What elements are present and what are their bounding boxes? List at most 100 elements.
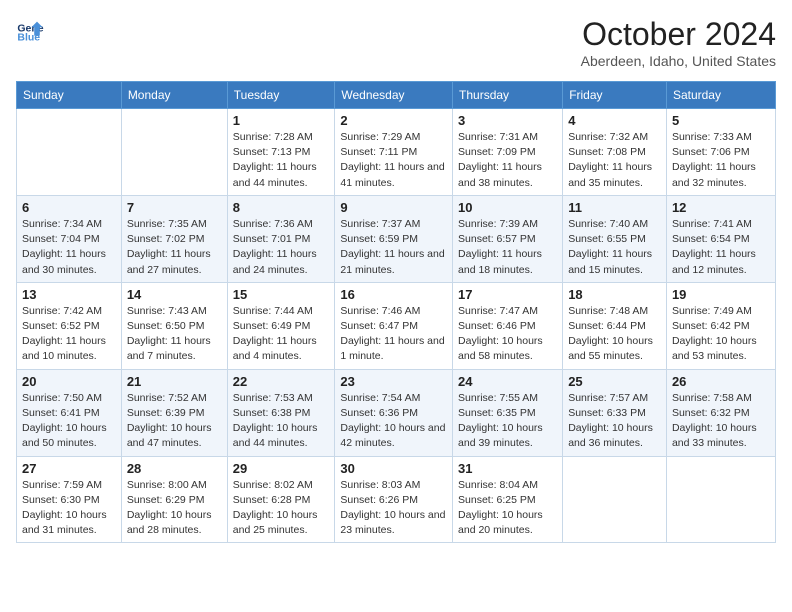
day-info: Sunrise: 7:49 AMSunset: 6:42 PMDaylight:… bbox=[672, 304, 770, 365]
calendar-cell: 31 Sunrise: 8:04 AMSunset: 6:25 PMDayligh… bbox=[453, 456, 563, 543]
calendar-cell: 10 Sunrise: 7:39 AMSunset: 6:57 PMDayligh… bbox=[453, 195, 563, 282]
day-info: Sunrise: 7:36 AMSunset: 7:01 PMDaylight:… bbox=[233, 217, 330, 278]
page-header: General Blue October 2024 Aberdeen, Idah… bbox=[16, 16, 776, 69]
calendar-cell: 16Sunrise: 7:46 AMSunset: 6:47 PMDayligh… bbox=[335, 282, 453, 369]
day-number: 31 bbox=[458, 461, 557, 476]
logo: General Blue bbox=[16, 16, 44, 44]
day-info: Sunrise: 7:50 AMSunset: 6:41 PMDaylight:… bbox=[22, 391, 116, 452]
day-number: 17 bbox=[458, 287, 557, 302]
day-info: Sunrise: 7:55 AMSunset: 6:35 PMDaylight:… bbox=[458, 391, 557, 452]
day-info: Sunrise: 7:33 AMSunset: 7:06 PMDaylight:… bbox=[672, 130, 770, 191]
calendar-cell: 19 Sunrise: 7:49 AMSunset: 6:42 PMDayligh… bbox=[666, 282, 775, 369]
calendar-cell: 3Sunrise: 7:31 AMSunset: 7:09 PMDaylight… bbox=[453, 109, 563, 196]
week-row-4: 20Sunrise: 7:50 AMSunset: 6:41 PMDayligh… bbox=[17, 369, 776, 456]
week-row-2: 6 Sunrise: 7:34 AMSunset: 7:04 PMDaylight… bbox=[17, 195, 776, 282]
calendar-cell: 27 Sunrise: 7:59 AMSunset: 6:30 PMDayligh… bbox=[17, 456, 122, 543]
calendar-cell: 23 Sunrise: 7:54 AMSunset: 6:36 PMDayligh… bbox=[335, 369, 453, 456]
day-info: Sunrise: 7:37 AMSunset: 6:59 PMDaylight:… bbox=[340, 217, 447, 278]
day-info: Sunrise: 7:31 AMSunset: 7:09 PMDaylight:… bbox=[458, 130, 557, 191]
calendar-cell: 28Sunrise: 8:00 AMSunset: 6:29 PMDayligh… bbox=[121, 456, 227, 543]
calendar-cell bbox=[666, 456, 775, 543]
calendar-cell: 1 Sunrise: 7:28 AMSunset: 7:13 PMDaylight… bbox=[227, 109, 335, 196]
column-header-saturday: Saturday bbox=[666, 82, 775, 109]
header-row: SundayMondayTuesdayWednesdayThursdayFrid… bbox=[17, 82, 776, 109]
day-number: 15 bbox=[233, 287, 330, 302]
calendar-cell: 4 Sunrise: 7:32 AMSunset: 7:08 PMDaylight… bbox=[563, 109, 667, 196]
day-number: 25 bbox=[568, 374, 661, 389]
day-info: Sunrise: 7:41 AMSunset: 6:54 PMDaylight:… bbox=[672, 217, 770, 278]
day-number: 11 bbox=[568, 200, 661, 215]
calendar-cell: 2 Sunrise: 7:29 AMSunset: 7:11 PMDaylight… bbox=[335, 109, 453, 196]
day-info: Sunrise: 7:39 AMSunset: 6:57 PMDaylight:… bbox=[458, 217, 557, 278]
calendar-cell: 18Sunrise: 7:48 AMSunset: 6:44 PMDayligh… bbox=[563, 282, 667, 369]
calendar-cell: 13Sunrise: 7:42 AMSunset: 6:52 PMDayligh… bbox=[17, 282, 122, 369]
day-info: Sunrise: 7:44 AMSunset: 6:49 PMDaylight:… bbox=[233, 304, 330, 365]
calendar-cell: 7 Sunrise: 7:35 AMSunset: 7:02 PMDaylight… bbox=[121, 195, 227, 282]
day-info: Sunrise: 7:58 AMSunset: 6:32 PMDaylight:… bbox=[672, 391, 770, 452]
column-header-monday: Monday bbox=[121, 82, 227, 109]
calendar-cell: 5 Sunrise: 7:33 AMSunset: 7:06 PMDaylight… bbox=[666, 109, 775, 196]
day-number: 28 bbox=[127, 461, 222, 476]
day-number: 19 bbox=[672, 287, 770, 302]
day-number: 1 bbox=[233, 113, 330, 128]
day-number: 23 bbox=[340, 374, 447, 389]
calendar-cell: 26 Sunrise: 7:58 AMSunset: 6:32 PMDayligh… bbox=[666, 369, 775, 456]
day-number: 10 bbox=[458, 200, 557, 215]
day-number: 14 bbox=[127, 287, 222, 302]
day-number: 5 bbox=[672, 113, 770, 128]
day-number: 26 bbox=[672, 374, 770, 389]
column-header-thursday: Thursday bbox=[453, 82, 563, 109]
day-number: 22 bbox=[233, 374, 330, 389]
day-number: 7 bbox=[127, 200, 222, 215]
day-number: 24 bbox=[458, 374, 557, 389]
column-header-wednesday: Wednesday bbox=[335, 82, 453, 109]
day-info: Sunrise: 7:47 AMSunset: 6:46 PMDaylight:… bbox=[458, 304, 557, 365]
day-info: Sunrise: 7:35 AMSunset: 7:02 PMDaylight:… bbox=[127, 217, 222, 278]
day-info: Sunrise: 7:34 AMSunset: 7:04 PMDaylight:… bbox=[22, 217, 116, 278]
day-info: Sunrise: 7:59 AMSunset: 6:30 PMDaylight:… bbox=[22, 478, 116, 539]
day-number: 27 bbox=[22, 461, 116, 476]
day-info: Sunrise: 7:29 AMSunset: 7:11 PMDaylight:… bbox=[340, 130, 447, 191]
calendar-cell: 30 Sunrise: 8:03 AMSunset: 6:26 PMDayligh… bbox=[335, 456, 453, 543]
calendar-table: SundayMondayTuesdayWednesdayThursdayFrid… bbox=[16, 81, 776, 543]
day-info: Sunrise: 7:54 AMSunset: 6:36 PMDaylight:… bbox=[340, 391, 447, 452]
calendar-cell: 24 Sunrise: 7:55 AMSunset: 6:35 PMDayligh… bbox=[453, 369, 563, 456]
day-number: 29 bbox=[233, 461, 330, 476]
week-row-3: 13Sunrise: 7:42 AMSunset: 6:52 PMDayligh… bbox=[17, 282, 776, 369]
day-info: Sunrise: 7:48 AMSunset: 6:44 PMDaylight:… bbox=[568, 304, 661, 365]
day-number: 2 bbox=[340, 113, 447, 128]
day-info: Sunrise: 7:57 AMSunset: 6:33 PMDaylight:… bbox=[568, 391, 661, 452]
day-number: 16 bbox=[340, 287, 447, 302]
day-number: 12 bbox=[672, 200, 770, 215]
day-number: 4 bbox=[568, 113, 661, 128]
day-info: Sunrise: 8:03 AMSunset: 6:26 PMDaylight:… bbox=[340, 478, 447, 539]
week-row-1: 1 Sunrise: 7:28 AMSunset: 7:13 PMDaylight… bbox=[17, 109, 776, 196]
calendar-cell: 29 Sunrise: 8:02 AMSunset: 6:28 PMDayligh… bbox=[227, 456, 335, 543]
calendar-cell: 21Sunrise: 7:52 AMSunset: 6:39 PMDayligh… bbox=[121, 369, 227, 456]
calendar-cell bbox=[563, 456, 667, 543]
calendar-cell: 9 Sunrise: 7:37 AMSunset: 6:59 PMDaylight… bbox=[335, 195, 453, 282]
calendar-cell: 6 Sunrise: 7:34 AMSunset: 7:04 PMDaylight… bbox=[17, 195, 122, 282]
calendar-cell: 8 Sunrise: 7:36 AMSunset: 7:01 PMDaylight… bbox=[227, 195, 335, 282]
day-info: Sunrise: 8:02 AMSunset: 6:28 PMDaylight:… bbox=[233, 478, 330, 539]
calendar-cell bbox=[17, 109, 122, 196]
column-header-sunday: Sunday bbox=[17, 82, 122, 109]
day-info: Sunrise: 7:43 AMSunset: 6:50 PMDaylight:… bbox=[127, 304, 222, 365]
day-number: 8 bbox=[233, 200, 330, 215]
calendar-cell: 22Sunrise: 7:53 AMSunset: 6:38 PMDayligh… bbox=[227, 369, 335, 456]
calendar-cell bbox=[121, 109, 227, 196]
day-number: 21 bbox=[127, 374, 222, 389]
day-number: 6 bbox=[22, 200, 116, 215]
day-number: 30 bbox=[340, 461, 447, 476]
day-info: Sunrise: 8:04 AMSunset: 6:25 PMDaylight:… bbox=[458, 478, 557, 539]
week-row-5: 27 Sunrise: 7:59 AMSunset: 6:30 PMDayligh… bbox=[17, 456, 776, 543]
column-header-tuesday: Tuesday bbox=[227, 82, 335, 109]
day-number: 9 bbox=[340, 200, 447, 215]
calendar-title: October 2024 bbox=[581, 16, 776, 53]
column-header-friday: Friday bbox=[563, 82, 667, 109]
calendar-cell: 20Sunrise: 7:50 AMSunset: 6:41 PMDayligh… bbox=[17, 369, 122, 456]
day-info: Sunrise: 7:32 AMSunset: 7:08 PMDaylight:… bbox=[568, 130, 661, 191]
location-subtitle: Aberdeen, Idaho, United States bbox=[581, 53, 776, 69]
day-info: Sunrise: 7:40 AMSunset: 6:55 PMDaylight:… bbox=[568, 217, 661, 278]
day-info: Sunrise: 7:28 AMSunset: 7:13 PMDaylight:… bbox=[233, 130, 330, 191]
